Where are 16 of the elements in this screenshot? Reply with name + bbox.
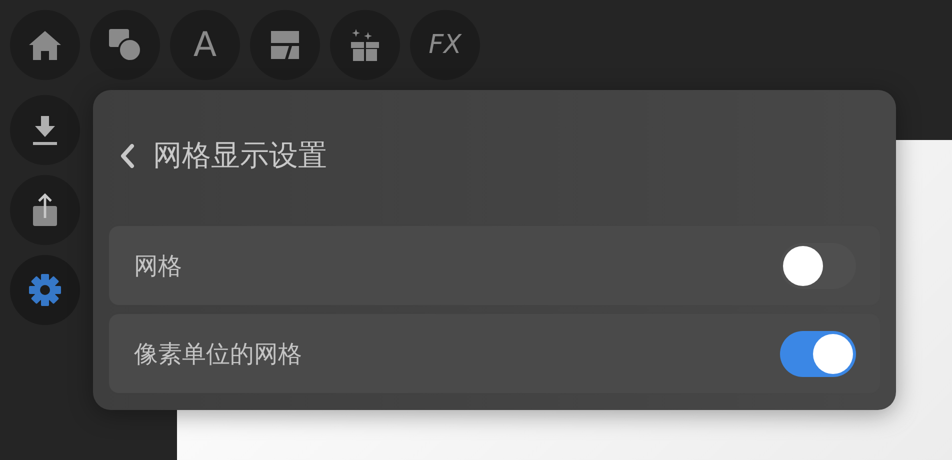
setting-label: 网格 — [134, 250, 182, 282]
setting-label: 像素单位的网格 — [134, 338, 302, 370]
toggle-switch[interactable] — [780, 330, 856, 376]
back-icon — [119, 143, 135, 169]
layout-icon — [269, 29, 301, 61]
gift-icon — [349, 28, 381, 62]
home-icon — [28, 29, 62, 61]
download-icon — [31, 114, 59, 146]
panel-title: 网格显示设置 — [153, 137, 327, 174]
fx-tool-button[interactable]: FX — [410, 10, 480, 80]
shapes-icon — [108, 28, 142, 62]
toggle-switch[interactable] — [780, 242, 856, 288]
settings-icon — [28, 273, 62, 307]
back-button[interactable] — [119, 143, 135, 169]
share-icon — [31, 192, 59, 228]
text-tool-button[interactable]: A — [170, 10, 240, 80]
